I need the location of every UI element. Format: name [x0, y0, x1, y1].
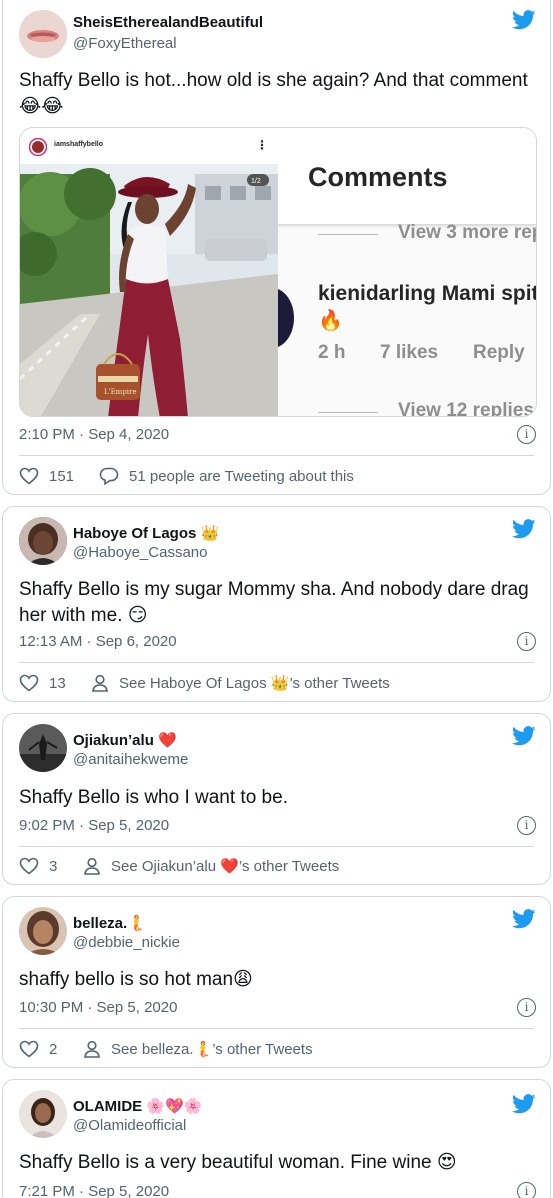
bag-text: L'Empire	[104, 388, 137, 396]
info-icon[interactable]: i	[517, 816, 536, 835]
tweet-timestamp[interactable]: 10:30 PM · Sep 5, 2020	[19, 999, 177, 1016]
heart-icon	[19, 857, 39, 875]
view-more-line	[318, 234, 378, 235]
tweet-timestamp[interactable]: 7:21 PM · Sep 5, 2020	[19, 1183, 169, 1198]
comment-text: kienidarling Mami spit c	[318, 282, 537, 305]
info-icon[interactable]: i	[517, 998, 536, 1017]
secondary-action-link[interactable]: 51 people are Tweeting about this	[99, 465, 354, 487]
avatar[interactable]	[19, 517, 67, 565]
person-icon	[84, 857, 100, 875]
view-replies: View 12 replies	[398, 400, 534, 417]
display-name[interactable]: SheisEtherealandBeautiful	[73, 14, 263, 31]
avatar[interactable]	[19, 907, 67, 955]
comment-age: 2 h	[318, 342, 346, 363]
reply-bubble-icon	[99, 467, 119, 485]
divider	[19, 455, 534, 456]
display-name[interactable]: Ojiakun’alu ❤️	[73, 731, 177, 749]
twitter-bird-icon[interactable]	[512, 726, 536, 746]
other-tweets-link[interactable]: See Ojiakun’alu ❤️’s other Tweets	[83, 855, 339, 877]
commenter-avatar	[278, 288, 294, 348]
like-button[interactable]: 13	[19, 672, 66, 694]
user-handle[interactable]: @FoxyEthereal	[73, 35, 177, 52]
display-name[interactable]: Haboye Of Lagos 👑	[73, 524, 219, 542]
comment-likes: 7 likes	[380, 342, 439, 363]
twitter-bird-icon[interactable]	[512, 519, 536, 539]
tweet-timestamp[interactable]: 9:02 PM · Sep 5, 2020	[19, 817, 169, 834]
like-button[interactable]: 3	[19, 855, 57, 877]
tweet-actions: 13 See Haboye Of Lagos 👑’s other Tweets	[19, 672, 534, 694]
photo-counter: 1/2	[251, 178, 261, 185]
divider	[19, 1028, 534, 1029]
fire-emoji: 🔥	[318, 308, 343, 332]
comments-header: Comments	[278, 128, 536, 224]
twitter-bird-icon[interactable]	[512, 1094, 536, 1114]
display-name[interactable]: belleza.🧜	[73, 914, 146, 932]
user-handle[interactable]: @Olamideofficial	[73, 1117, 186, 1134]
like-count: 2	[49, 1040, 58, 1058]
tweet-actions: 151 51 people are Tweeting about this	[19, 465, 534, 487]
tweet-actions: 2 See belleza.🧜’s other Tweets	[19, 1038, 534, 1060]
tweet-card[interactable]: belleza.🧜 @debbie_nickie shaffy bello is…	[2, 896, 551, 1068]
other-tweets-label: See belleza.🧜’s other Tweets	[111, 1041, 313, 1058]
tweet-card[interactable]: Ojiakun’alu ❤️ @anitaihekweme Shaffy Bel…	[2, 713, 551, 885]
tweet-card[interactable]: SheisEtherealandBeautiful @FoxyEthereal …	[2, 0, 551, 495]
user-handle[interactable]: @anitaihekweme	[73, 751, 188, 768]
embedded-media-card[interactable]: iamshaffybello ⋮ L'Empire 1/2 Comments V…	[19, 127, 537, 417]
instagram-post-header: iamshaffybello ⋮	[20, 128, 278, 164]
tweet-text: Shaffy Bello is who I want to be.	[19, 787, 288, 808]
avatar[interactable]	[19, 724, 67, 772]
heart-icon	[19, 1040, 39, 1058]
tweet-text: Shaffy Bello is a very beautiful woman. …	[19, 1152, 457, 1173]
twitter-bird-icon[interactable]	[512, 10, 536, 30]
tweet-timestamp[interactable]: 12:13 AM · Sep 6, 2020	[19, 633, 177, 650]
view-more-replies: View 3 more repli	[398, 222, 536, 243]
heart-icon	[19, 467, 39, 485]
like-count: 13	[49, 674, 66, 692]
more-options-icon: ⋮	[256, 138, 268, 152]
secondary-action-label: 51 people are Tweeting about this	[129, 467, 354, 485]
divider	[19, 846, 534, 847]
other-tweets-label: See Haboye Of Lagos 👑’s other Tweets	[119, 675, 390, 692]
instagram-photo: L'Empire 1/2	[20, 164, 278, 416]
comment-reply: Reply	[473, 342, 525, 363]
other-tweets-label: See Ojiakun’alu ❤️’s other Tweets	[111, 858, 340, 875]
user-handle[interactable]: @debbie_nickie	[73, 934, 180, 951]
like-count: 3	[49, 857, 58, 875]
instagram-username: iamshaffybello	[54, 141, 104, 148]
avatar[interactable]	[19, 10, 67, 58]
heart-icon	[19, 674, 39, 692]
tweet-card[interactable]: Haboye Of Lagos 👑 @Haboye_Cassano Shaffy…	[2, 506, 551, 702]
tweet-card[interactable]: OLAMIDE 🌸💖🌸 @Olamideofficial Shaffy Bell…	[2, 1079, 551, 1198]
info-icon[interactable]: i	[517, 1182, 536, 1198]
instagram-avatar-icon	[29, 138, 47, 156]
tweet-text: Shaffy Bello is hot...how old is she aga…	[19, 70, 528, 117]
info-icon[interactable]: i	[517, 632, 536, 651]
other-tweets-link[interactable]: See Haboye Of Lagos 👑’s other Tweets	[91, 672, 390, 694]
comments-title: Comments	[308, 162, 448, 192]
avatar[interactable]	[19, 1090, 67, 1138]
display-name[interactable]: OLAMIDE 🌸💖🌸	[73, 1097, 202, 1115]
tweet-text: Shaffy Bello is my sugar Mommy sha. And …	[19, 579, 529, 626]
info-icon[interactable]: i	[517, 425, 536, 444]
like-button[interactable]: 151	[19, 465, 74, 487]
divider	[19, 662, 534, 663]
person-icon	[84, 1040, 100, 1058]
tweet-actions: 3 See Ojiakun’alu ❤️’s other Tweets	[19, 855, 534, 877]
tweet-text: shaffy bello is so hot man😩	[19, 969, 253, 990]
twitter-bird-icon[interactable]	[512, 909, 536, 929]
instagram-screenshot: iamshaffybello ⋮ L'Empire 1/2	[20, 128, 278, 416]
other-tweets-link[interactable]: See belleza.🧜’s other Tweets	[83, 1038, 313, 1060]
person-icon	[92, 674, 108, 692]
like-button[interactable]: 2	[19, 1038, 57, 1060]
comments-screenshot: Comments View 3 more repli kienidarling …	[278, 128, 537, 417]
tweet-timestamp[interactable]: 2:10 PM · Sep 4, 2020	[19, 426, 169, 443]
view-replies-line	[318, 412, 378, 413]
user-handle[interactable]: @Haboye_Cassano	[73, 544, 207, 561]
like-count: 151	[49, 467, 75, 485]
